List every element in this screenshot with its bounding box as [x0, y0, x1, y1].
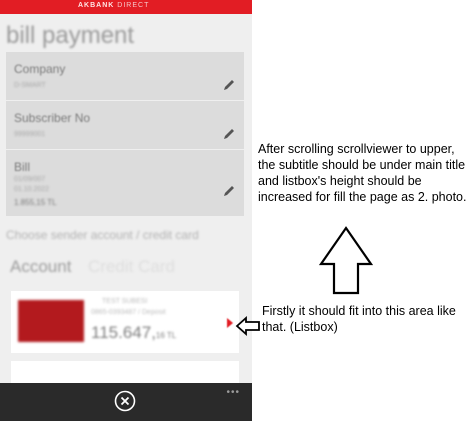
brand-bar: AKBANK DIRECT	[0, 0, 252, 14]
chevron-right-icon[interactable]	[227, 318, 233, 328]
edit-pencil-icon[interactable]	[222, 127, 236, 141]
edit-pencil-icon[interactable]	[222, 78, 236, 92]
bill-line-2: 01.10.2022	[14, 186, 50, 193]
card-image	[18, 300, 84, 342]
more-icon[interactable]: •••	[226, 387, 240, 398]
subscriber-label: Subscriber No	[14, 111, 91, 125]
page-title: bill payment	[6, 22, 135, 49]
account-list-item[interactable]: TEST SUBESI 0865-0393487 / Deposit 115.6…	[11, 291, 239, 353]
up-arrow-icon	[318, 226, 374, 295]
bill-label: Bill	[14, 160, 31, 174]
close-icon[interactable]	[114, 390, 136, 412]
left-arrow-icon	[235, 316, 260, 336]
annotation-scroll-note: After scrolling scrollviewer to upper, t…	[258, 142, 467, 204]
tab-account[interactable]: Account	[10, 257, 71, 277]
account-balance: 115.647,16 TL	[91, 323, 177, 342]
app-bar: •••	[0, 383, 252, 421]
brand-logo: AKBANK DIRECT	[78, 2, 150, 9]
choose-sender-label: Choose sender account / credit card	[6, 228, 199, 242]
tab-credit-card[interactable]: Credit Card	[88, 257, 175, 277]
account-number: 0865-0393487 / Deposit	[91, 309, 166, 316]
edit-pencil-icon[interactable]	[222, 184, 236, 198]
account-holder: TEST SUBESI	[102, 298, 148, 305]
bill-line-1: 01/09/007	[14, 176, 46, 183]
company-value: D-SMART	[14, 82, 46, 89]
subscriber-field[interactable]: Subscriber No 99999001	[6, 101, 244, 149]
company-label: Company	[14, 62, 66, 76]
company-field[interactable]: Company D-SMART	[6, 52, 244, 100]
annotation-listbox-note: Firstly it should fit into this area lik…	[262, 304, 456, 334]
bill-field[interactable]: Bill 01/09/007 01.10.2022 1.855,15 TL	[6, 150, 244, 216]
phone-screen: AKBANK DIRECT bill payment Company D-SMA…	[0, 0, 252, 421]
bill-amount: 1.855,15 TL	[14, 198, 57, 207]
subscriber-value: 99999001	[14, 131, 46, 138]
